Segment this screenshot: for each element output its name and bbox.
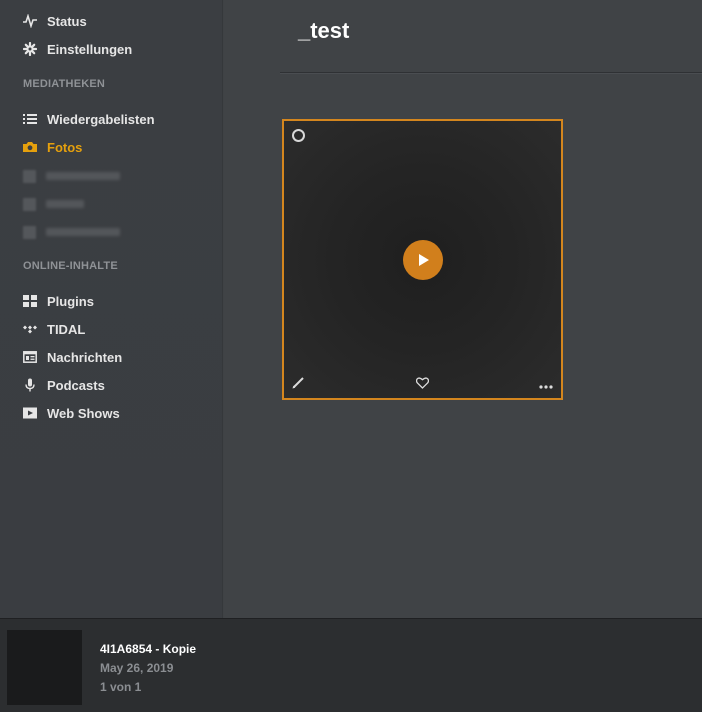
grid-icon — [23, 294, 37, 308]
redacted-icon — [23, 197, 36, 211]
activity-icon — [23, 14, 37, 28]
sidebar-item-label: TIDAL — [47, 321, 86, 337]
sidebar-item-playlists[interactable]: Wiedergabelisten — [23, 109, 155, 129]
now-playing-position: 1 von 1 — [100, 680, 142, 694]
sidebar-item-label: Plugins — [47, 293, 94, 309]
video-icon — [23, 406, 37, 420]
camera-icon — [23, 140, 37, 154]
news-icon — [23, 350, 37, 364]
sidebar-item-photos[interactable]: Fotos — [23, 137, 82, 157]
edit-button[interactable] — [292, 376, 305, 389]
sidebar-item-status[interactable]: Status — [23, 11, 87, 31]
microphone-icon — [23, 378, 37, 392]
sidebar-item-web-shows[interactable]: Web Shows — [23, 403, 120, 423]
more-button[interactable] — [539, 385, 553, 389]
select-checkbox[interactable] — [292, 129, 305, 142]
sidebar-item-label: Web Shows — [47, 405, 120, 421]
now-playing-thumbnail[interactable] — [7, 630, 82, 705]
sidebar-item-redacted[interactable] — [23, 197, 84, 211]
sidebar-item-redacted[interactable] — [23, 169, 120, 183]
sidebar-item-podcasts[interactable]: Podcasts — [23, 375, 105, 395]
sidebar-item-label: Nachrichten — [47, 349, 123, 365]
title-divider — [280, 72, 702, 73]
pencil-icon — [292, 377, 304, 389]
app-window: Status Einstellungen MEDIATHEKEN Wiederg… — [0, 0, 702, 712]
sidebar: Status Einstellungen MEDIATHEKEN Wiederg… — [0, 0, 223, 618]
sidebar-item-plugins[interactable]: Plugins — [23, 291, 94, 311]
sidebar-item-news[interactable]: Nachrichten — [23, 347, 122, 367]
redacted-label — [46, 200, 84, 208]
play-button[interactable] — [403, 240, 443, 280]
sidebar-item-redacted[interactable] — [23, 225, 120, 239]
sidebar-item-label: Einstellungen — [47, 41, 133, 57]
now-playing-title[interactable]: 4I1A6854 - Kopie — [100, 642, 196, 656]
sidebar-item-label: Fotos — [47, 139, 83, 155]
more-dots-icon — [539, 385, 553, 389]
main-content: _test — [224, 0, 702, 618]
sidebar-item-settings[interactable]: Einstellungen — [23, 39, 132, 59]
gear-icon — [23, 42, 37, 56]
list-icon — [23, 112, 37, 126]
redacted-label — [46, 228, 120, 236]
section-title-online: ONLINE-INHALTE — [23, 260, 118, 272]
media-card[interactable] — [282, 119, 563, 400]
tidal-icon — [23, 322, 37, 336]
sidebar-item-label: Status — [47, 13, 87, 29]
heart-icon — [416, 377, 429, 389]
favorite-button[interactable] — [416, 377, 429, 389]
sidebar-item-label: Podcasts — [47, 377, 105, 393]
redacted-icon — [23, 169, 36, 183]
page-title: _test — [298, 18, 350, 43]
redacted-icon — [23, 225, 36, 239]
redacted-label — [46, 172, 120, 180]
section-title-libraries: MEDIATHEKEN — [23, 78, 106, 90]
player-bar: 4I1A6854 - Kopie May 26, 2019 1 von 1 — [0, 618, 702, 712]
sidebar-item-label: Wiedergabelisten — [47, 111, 155, 127]
now-playing-date: May 26, 2019 — [100, 661, 174, 675]
play-icon — [419, 254, 429, 266]
sidebar-item-tidal[interactable]: TIDAL — [23, 319, 85, 339]
